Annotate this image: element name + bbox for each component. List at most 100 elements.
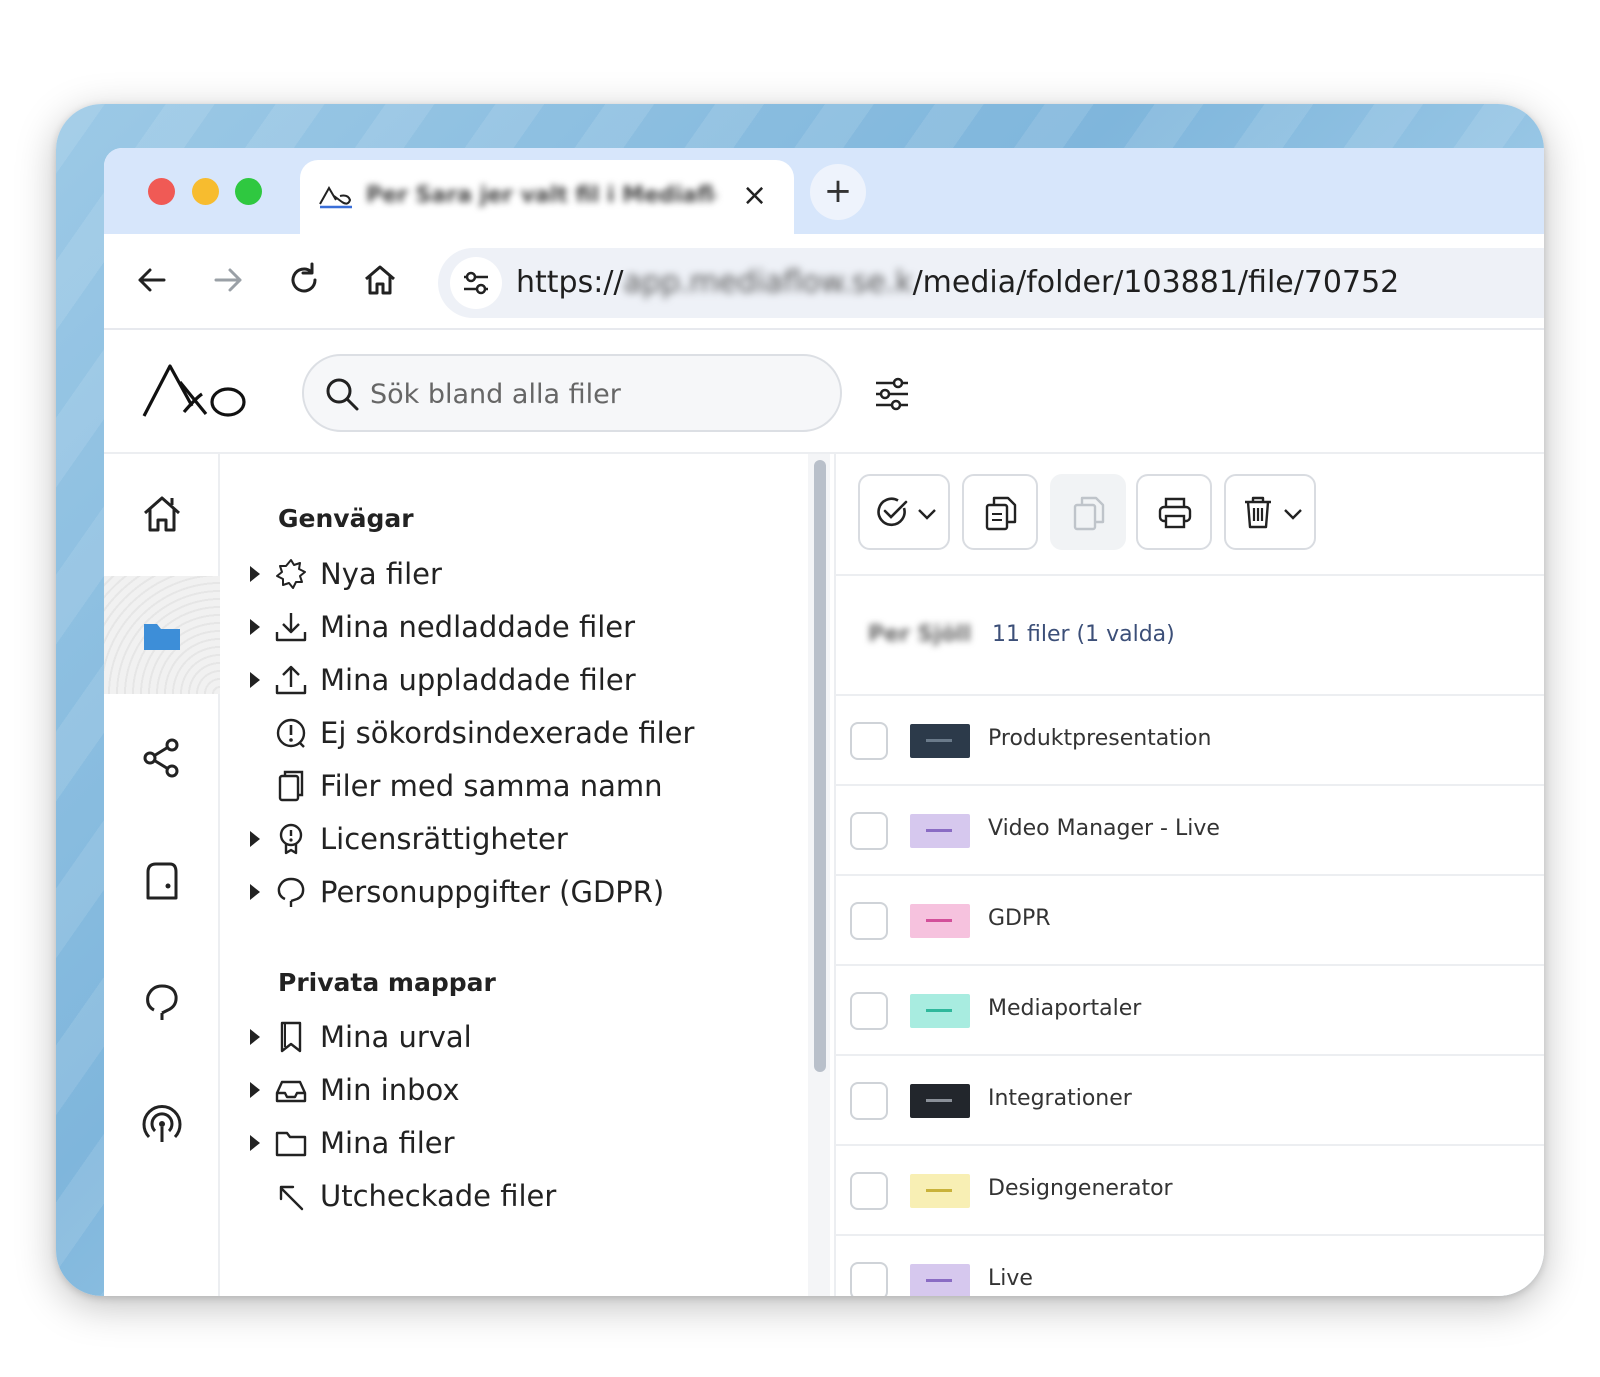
file-name[interactable]: Mediaportaler: [988, 996, 1141, 1021]
expand-caret-icon[interactable]: [250, 1082, 260, 1098]
filter-settings-icon[interactable]: [872, 374, 912, 414]
duplicate-icon: [278, 770, 304, 802]
print-button[interactable]: [1136, 474, 1212, 550]
file-thumbnail[interactable]: [910, 1084, 970, 1118]
file-row[interactable]: Designgenerator: [836, 1148, 1544, 1236]
file-name[interactable]: Live: [988, 1266, 1033, 1291]
file-row-checkbox[interactable]: [850, 1172, 888, 1210]
file-row[interactable]: Produktpresentation: [836, 698, 1544, 786]
folder-icon: [144, 624, 180, 650]
copy-button[interactable]: [962, 474, 1038, 550]
tab-close-icon[interactable]: ×: [742, 178, 767, 214]
file-row[interactable]: Mediaportaler: [836, 968, 1544, 1056]
tab-strip: Per Sara jer valt fil i Mediaflow × +: [104, 148, 1544, 234]
search-box[interactable]: [302, 354, 842, 432]
browser-window: Per Sara jer valt fil i Mediaflow × + ht…: [104, 148, 1544, 1296]
printer-icon: [1158, 497, 1192, 529]
rail-item-files[interactable]: [104, 576, 220, 694]
site-settings-button[interactable]: [450, 257, 502, 309]
tree-item-my-files[interactable]: Mina filer: [250, 1121, 810, 1165]
mediaflow-logo[interactable]: [140, 358, 252, 420]
file-row[interactable]: Live: [836, 1238, 1544, 1296]
expand-caret-icon[interactable]: [250, 884, 260, 900]
reload-icon[interactable]: [284, 260, 324, 300]
paste-button[interactable]: [1050, 474, 1126, 550]
file-row[interactable]: Integrationer: [836, 1058, 1544, 1146]
file-name[interactable]: GDPR: [988, 906, 1051, 931]
tree-item-checked-out[interactable]: Utcheckade filer: [250, 1174, 810, 1218]
tree-scrollbar-thumb[interactable]: [814, 460, 826, 1072]
file-row-checkbox[interactable]: [850, 902, 888, 940]
tree-item-my-selections[interactable]: Mina urval: [250, 1015, 810, 1059]
back-arrow-icon[interactable]: [132, 260, 172, 300]
tree-item-gdpr[interactable]: Personuppgifter (GDPR): [250, 870, 810, 914]
expand-caret-icon[interactable]: [250, 672, 260, 688]
rail-item-broadcast[interactable]: [104, 1064, 220, 1182]
file-row-checkbox[interactable]: [850, 1082, 888, 1120]
expand-caret-icon[interactable]: [250, 831, 260, 847]
minimize-window-button[interactable]: [192, 178, 219, 205]
file-name[interactable]: Video Manager - Live: [988, 816, 1220, 841]
expand-caret-icon[interactable]: [250, 566, 260, 582]
expand-caret-icon[interactable]: [250, 619, 260, 635]
rail-item-documents[interactable]: [104, 820, 220, 938]
url-text[interactable]: https://app.mediaflow.se.k/media/folder/…: [516, 264, 1399, 302]
url-host: app.mediaflow.se.k: [623, 265, 913, 300]
tree-item-uploaded[interactable]: Mina uppladdade filer: [250, 658, 810, 702]
tree-item-downloaded[interactable]: Mina nedladdade filer: [250, 605, 810, 649]
tree-item-label: Utcheckade filer: [320, 1179, 557, 1213]
file-name[interactable]: Produktpresentation: [988, 726, 1211, 751]
file-row-checkbox[interactable]: [850, 992, 888, 1030]
address-bar[interactable]: https://app.mediaflow.se.k/media/folder/…: [438, 248, 1544, 318]
file-thumbnail[interactable]: [910, 904, 970, 938]
file-name[interactable]: Designgenerator: [988, 1176, 1173, 1201]
folder-outline-icon: [275, 1131, 307, 1157]
tree-item-my-inbox[interactable]: Min inbox: [250, 1068, 810, 1112]
tree-item-not-indexed[interactable]: Ej sökordsindexerade filer: [250, 711, 810, 755]
forward-arrow-icon[interactable]: [208, 260, 248, 300]
inbox-icon: [275, 1080, 307, 1103]
file-count: 11 filer (1 valda): [992, 622, 1175, 647]
rail-item-home[interactable]: [104, 454, 220, 572]
document-icon: [146, 862, 178, 900]
search-input[interactable]: [370, 374, 810, 414]
thumbnail-mark: [926, 829, 952, 832]
arrow-up-left-icon: [279, 1185, 304, 1211]
file-thumbnail[interactable]: [910, 814, 970, 848]
file-thumbnail[interactable]: [910, 1174, 970, 1208]
tree-item-new-files[interactable]: Nya filer: [250, 552, 810, 596]
file-row-checkbox[interactable]: [850, 1262, 888, 1296]
file-name[interactable]: Integrationer: [988, 1086, 1132, 1111]
active-tab[interactable]: Per Sara jer valt fil i Mediaflow ×: [300, 160, 794, 234]
home-icon[interactable]: [360, 260, 400, 300]
file-row[interactable]: Video Manager - Live: [836, 788, 1544, 876]
location-icon: [146, 984, 178, 1020]
rail-item-locations[interactable]: [104, 942, 220, 1060]
check-circle-icon: [877, 497, 908, 527]
person-head-icon: [277, 877, 305, 907]
file-row-checkbox[interactable]: [850, 812, 888, 850]
close-window-button[interactable]: [148, 178, 175, 205]
file-thumbnail[interactable]: [910, 994, 970, 1028]
file-thumbnail[interactable]: [910, 1264, 970, 1296]
search-icon: [326, 378, 359, 411]
tree-item-label: Min inbox: [320, 1073, 460, 1107]
upload-icon: [275, 665, 307, 695]
maximize-window-button[interactable]: [235, 178, 262, 205]
thumbnail-mark: [926, 1279, 952, 1282]
tree-item-label: Nya filer: [320, 557, 442, 591]
expand-caret-icon[interactable]: [250, 1135, 260, 1151]
tree-item-same-name[interactable]: Filer med samma namn: [250, 764, 810, 808]
expand-caret-icon[interactable]: [250, 1029, 260, 1045]
file-row-checkbox[interactable]: [850, 722, 888, 760]
select-menu-button[interactable]: [858, 474, 950, 550]
rail-item-share[interactable]: [104, 698, 220, 816]
file-thumbnail[interactable]: [910, 724, 970, 758]
tree-item-label: Mina urval: [320, 1020, 472, 1054]
tree-item-licenses[interactable]: Licensrättigheter: [250, 817, 810, 861]
new-tab-button[interactable]: +: [810, 164, 866, 220]
sparkle-icon: [276, 559, 306, 589]
file-row[interactable]: GDPR: [836, 878, 1544, 966]
delete-menu-button[interactable]: [1224, 474, 1316, 550]
download-icon: [275, 613, 307, 642]
